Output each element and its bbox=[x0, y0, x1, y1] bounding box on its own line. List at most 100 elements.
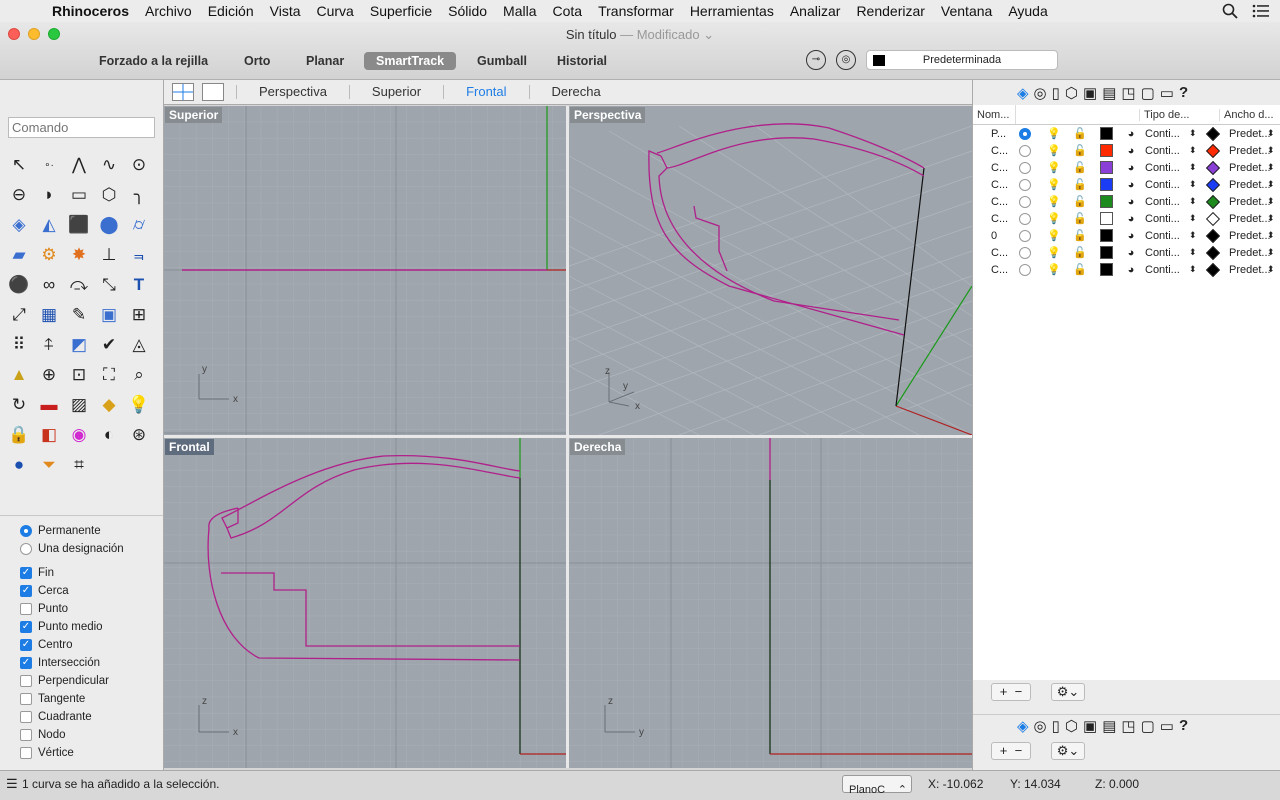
check-icon[interactable]: ✔ bbox=[94, 330, 124, 360]
shapes-icon[interactable]: ◆ bbox=[94, 390, 124, 420]
rendering-icon[interactable]: ▢ bbox=[1141, 717, 1155, 735]
layer-color-swatch[interactable] bbox=[1093, 212, 1119, 225]
linetype-stepper-icon[interactable]: ⬍ bbox=[1189, 196, 1203, 207]
osnap-vertex[interactable]: Vértice bbox=[20, 744, 124, 762]
material-sphere-icon[interactable]: ◕ bbox=[1119, 145, 1143, 157]
ellipse-icon[interactable]: ⊖ bbox=[4, 180, 34, 210]
layer-color-swatch[interactable] bbox=[1093, 127, 1119, 140]
pyramid-icon[interactable]: ▲ bbox=[4, 360, 34, 390]
help-icon[interactable]: ? bbox=[1179, 717, 1188, 735]
text-icon[interactable]: T bbox=[124, 270, 154, 300]
layer-width[interactable]: Predet... bbox=[1223, 128, 1271, 140]
layer-linetype[interactable]: Conti... bbox=[1143, 196, 1189, 208]
print-color-diamond[interactable] bbox=[1203, 126, 1223, 141]
zoom-extents-icon[interactable]: ⛶ bbox=[94, 360, 124, 390]
help-icon[interactable]: ? bbox=[1179, 84, 1188, 102]
unlock-icon[interactable]: 🔓 bbox=[1067, 195, 1093, 208]
material-sphere-icon[interactable]: ◕ bbox=[1119, 179, 1143, 191]
globe-icon[interactable]: ⊛ bbox=[124, 420, 154, 450]
sweep-icon[interactable]: ◭ bbox=[34, 210, 64, 240]
osnap-intersection[interactable]: ✓ Intersección bbox=[20, 654, 124, 672]
polyline-icon[interactable]: ⋀ bbox=[64, 150, 94, 180]
unlock-icon[interactable]: 🔓 bbox=[1067, 263, 1093, 276]
materials-icon[interactable]: ▤ bbox=[1102, 84, 1116, 102]
layer-row[interactable]: C... 💡 🔓 ◕ Conti... ⬍ Predet... ⬍ bbox=[973, 261, 1280, 278]
move-icon[interactable]: ⤢ bbox=[4, 300, 34, 330]
menu-vista[interactable]: Vista bbox=[262, 3, 309, 19]
menu-app[interactable]: Rhinoceros bbox=[40, 3, 137, 19]
camera-icon[interactable]: ▣ bbox=[1083, 717, 1097, 735]
layer-linetype[interactable]: Conti... bbox=[1143, 247, 1189, 259]
unlock-icon[interactable]: 🔓 bbox=[1067, 178, 1093, 191]
viewport-label-perspective[interactable]: Perspectiva bbox=[570, 107, 646, 123]
osnap-center[interactable]: ✓ Centro bbox=[20, 636, 124, 654]
menu-analizar[interactable]: Analizar bbox=[782, 3, 849, 19]
print-color-diamond[interactable] bbox=[1203, 194, 1223, 209]
unlock-icon[interactable]: 🔓 bbox=[1067, 144, 1093, 157]
zoom-in-icon[interactable]: ⊕ bbox=[34, 360, 64, 390]
layer-color-swatch[interactable] bbox=[1093, 144, 1119, 157]
arc-icon[interactable]: ◗ bbox=[34, 180, 64, 210]
layer-row[interactable]: C... 💡 🔓 ◕ Conti... ⬍ Predet... ⬍ bbox=[973, 176, 1280, 193]
solid-edit-icon[interactable]: ▣ bbox=[94, 300, 124, 330]
surface-icon[interactable]: ◈ bbox=[4, 210, 34, 240]
zoom-icon[interactable]: ⌕ bbox=[124, 360, 154, 390]
materials-icon[interactable]: ▤ bbox=[1102, 717, 1116, 735]
rotate-view-icon[interactable]: ↻ bbox=[4, 390, 34, 420]
current-layer-radio[interactable] bbox=[1009, 127, 1041, 140]
mesh-icon[interactable]: ▰ bbox=[4, 240, 34, 270]
material-sphere-icon[interactable]: ◕ bbox=[1119, 162, 1143, 174]
layer-name[interactable]: C... bbox=[973, 145, 1009, 157]
layer-width[interactable]: Predet... bbox=[1223, 145, 1271, 157]
menu-archivo[interactable]: Archivo bbox=[137, 3, 200, 19]
menu-curva[interactable]: Curva bbox=[309, 3, 362, 19]
linetype-stepper-icon[interactable]: ⬍ bbox=[1189, 145, 1203, 156]
ortho-toggle[interactable]: Orto bbox=[232, 52, 282, 70]
print-color-diamond[interactable] bbox=[1203, 160, 1223, 175]
layer-linetype[interactable]: Conti... bbox=[1143, 179, 1189, 191]
print-color-diamond[interactable] bbox=[1203, 143, 1223, 158]
osnap-permanent[interactable]: Permanente bbox=[20, 522, 124, 540]
material-sphere-icon[interactable]: ◕ bbox=[1119, 128, 1143, 140]
col-name[interactable]: Nom... bbox=[973, 109, 1015, 121]
print-color-diamond[interactable] bbox=[1203, 262, 1223, 277]
visible-bulb-icon[interactable]: 💡 bbox=[1041, 127, 1067, 140]
viewport-label-top[interactable]: Superior bbox=[165, 107, 223, 123]
dimension-icon[interactable]: ⊞ bbox=[124, 300, 154, 330]
color-wheel-icon[interactable]: ◉ bbox=[64, 420, 94, 450]
width-stepper-icon[interactable]: ⬍ bbox=[1267, 128, 1279, 139]
unlock-icon[interactable]: 🔓 bbox=[1067, 212, 1093, 225]
array-icon[interactable]: ▦ bbox=[34, 300, 64, 330]
layer-width[interactable]: Predet... bbox=[1223, 264, 1271, 276]
monitor-icon[interactable]: ▭ bbox=[1160, 717, 1174, 735]
gear-icon[interactable]: ⚙ bbox=[34, 240, 64, 270]
car-icon[interactable]: ▬ bbox=[34, 390, 64, 420]
layer-name[interactable]: C... bbox=[973, 196, 1009, 208]
fillet-icon[interactable]: ╮ bbox=[124, 180, 154, 210]
analyze-icon[interactable]: ◬ bbox=[124, 330, 154, 360]
current-layer-radio[interactable] bbox=[1009, 263, 1041, 276]
osnap-point[interactable]: Punto bbox=[20, 600, 124, 618]
join-icon[interactable]: ∞ bbox=[34, 270, 64, 300]
current-layer-radio[interactable] bbox=[1009, 161, 1041, 174]
viewport-front[interactable]: x z Frontal bbox=[164, 438, 566, 768]
layer-name[interactable]: P... bbox=[973, 128, 1009, 140]
layer-color-swatch[interactable] bbox=[1093, 195, 1119, 208]
osnap-tangent[interactable]: Tangente bbox=[20, 690, 124, 708]
smarttrack-toggle[interactable]: SmartTrack bbox=[364, 52, 457, 70]
layer-name[interactable]: C... bbox=[973, 179, 1009, 191]
rendering-icon[interactable]: ▢ bbox=[1141, 84, 1155, 102]
search-icon[interactable] bbox=[1222, 3, 1238, 19]
osnap-midpoint[interactable]: ✓ Punto medio bbox=[20, 618, 124, 636]
print-color-diamond[interactable] bbox=[1203, 177, 1223, 192]
gumball-icon[interactable]: ⍏ bbox=[34, 330, 64, 360]
width-stepper-icon[interactable]: ⬍ bbox=[1267, 179, 1279, 190]
viewport-top[interactable]: x y Superior bbox=[164, 106, 566, 435]
current-layer-radio[interactable] bbox=[1009, 246, 1041, 259]
tab-superior[interactable]: Superior bbox=[350, 85, 445, 99]
object-icon[interactable]: ⬡ bbox=[1065, 717, 1078, 735]
osnap-end[interactable]: ✓ Fin bbox=[20, 564, 124, 582]
current-layer-radio[interactable] bbox=[1009, 178, 1041, 191]
width-stepper-icon[interactable]: ⬍ bbox=[1267, 196, 1279, 207]
rebuild-icon[interactable]: ⤼ bbox=[64, 270, 94, 300]
